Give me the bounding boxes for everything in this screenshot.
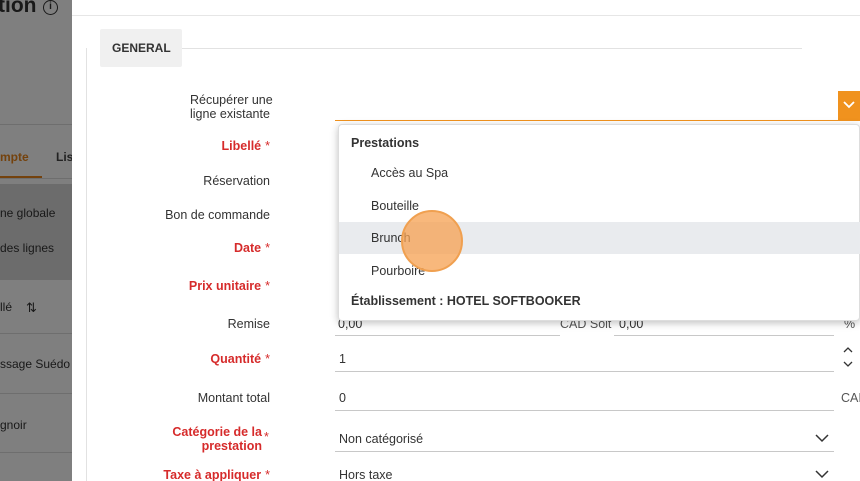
chevron-down-icon [843, 101, 855, 109]
quantite-underline [335, 371, 834, 372]
prix-unitaire-label-text: Prix unitaire [188, 279, 262, 293]
date-label-text: Date [234, 241, 262, 255]
reservation-label: Réservation [203, 174, 270, 188]
quantite-label-text: Quantité [210, 352, 262, 366]
montant-total-input[interactable]: 0 [339, 391, 346, 405]
drawer-header-divider [72, 15, 860, 16]
categorie-label-line2: prestation [201, 439, 262, 453]
required-mark: * [265, 241, 270, 255]
click-indicator [401, 210, 463, 272]
chevron-down-icon[interactable] [815, 469, 829, 479]
required-mark: * [264, 430, 269, 444]
remise-percent-underline [614, 335, 834, 336]
section-divider [182, 48, 802, 49]
recover-line-select[interactable] [335, 120, 840, 121]
remise-label: Remise [227, 317, 270, 331]
quantite-label: Quantité * [150, 352, 270, 366]
required-mark: * [265, 352, 270, 366]
taxe-select[interactable]: Hors taxe [339, 468, 393, 481]
stepper-arrows-icon [843, 347, 853, 367]
bon-commande-label: Bon de commande [165, 208, 270, 222]
categorie-label-line1: Catégorie de la [172, 425, 262, 439]
recover-label-line1: Récupérer une [190, 93, 273, 107]
libelle-label: Libellé * [150, 139, 270, 153]
recover-line-label: Récupérer une ligne existante [150, 93, 273, 121]
montant-total-underline [335, 410, 834, 411]
taxe-label-text: Taxe à appliquer [163, 468, 262, 481]
required-mark: * [265, 279, 270, 293]
section-tab-general[interactable]: GENERAL [100, 29, 182, 67]
chevron-down-icon[interactable] [815, 433, 829, 443]
quantite-input[interactable]: 1 [339, 352, 346, 366]
required-mark: * [265, 139, 270, 153]
date-label: Date * [150, 241, 270, 255]
categorie-underline [335, 451, 834, 452]
recover-label-line2: ligne existante [190, 107, 270, 121]
taxe-label: Taxe à appliquer * [140, 468, 270, 481]
montant-currency: CAI [841, 391, 860, 405]
categorie-select[interactable]: Non catégorisé [339, 432, 423, 446]
dropdown-option[interactable]: Accès au Spa [339, 157, 860, 189]
quantity-stepper[interactable] [843, 346, 853, 371]
prix-unitaire-label: Prix unitaire * [150, 279, 270, 293]
montant-total-label: Montant total [197, 391, 270, 405]
dropdown-group-etablissement: Établissement : HOTEL SOFTBOOKER [351, 294, 581, 308]
remise-underline [335, 335, 560, 336]
categorie-label: Catégorie de la prestation [140, 425, 262, 453]
dropdown-group-prestations: Prestations [351, 136, 420, 150]
required-mark: * [265, 468, 270, 481]
recover-line-dropdown-button[interactable] [838, 91, 860, 121]
libelle-label-text: Libellé [221, 139, 262, 153]
